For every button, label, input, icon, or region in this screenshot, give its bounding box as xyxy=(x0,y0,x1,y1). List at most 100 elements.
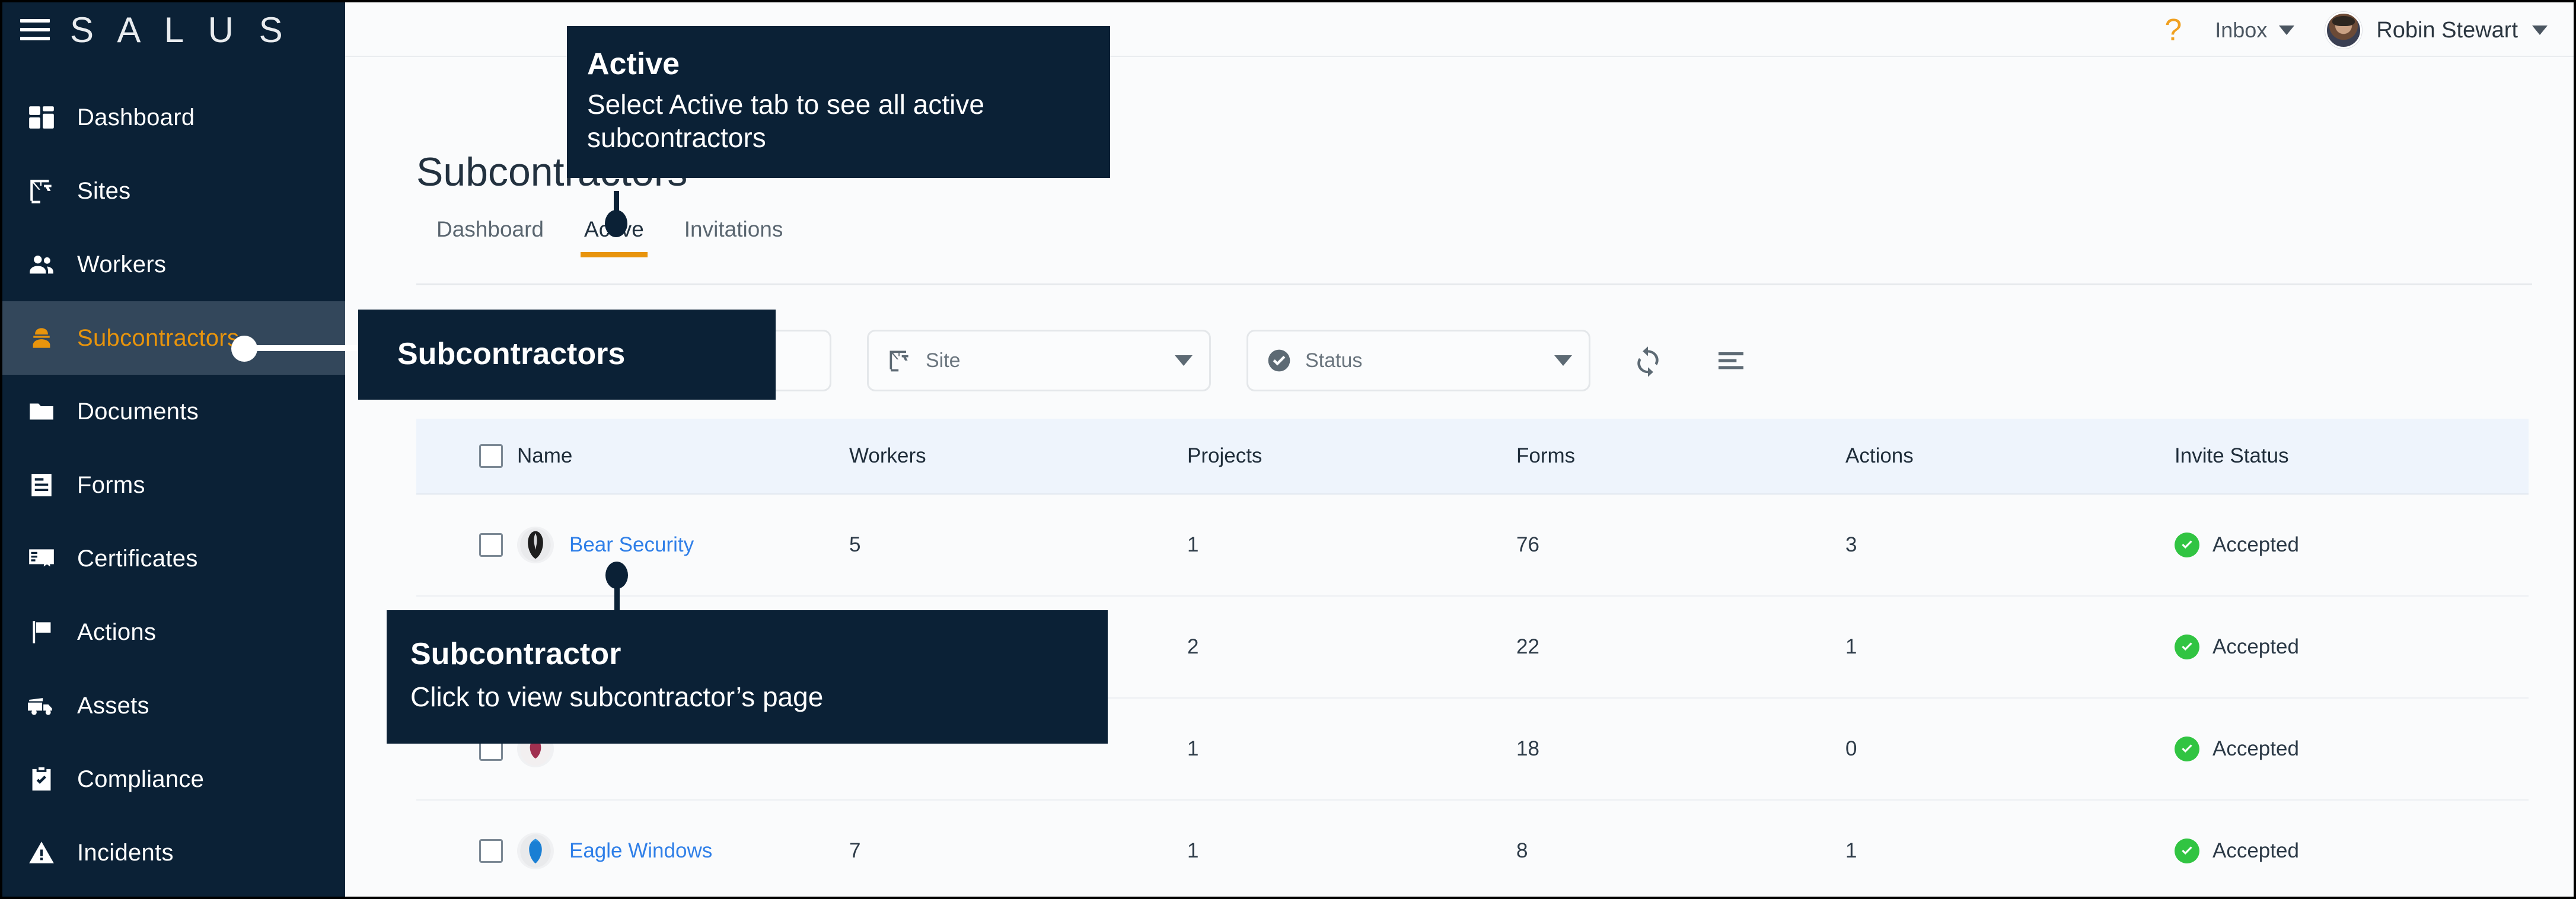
sidebar-item-workers[interactable]: Workers xyxy=(2,228,345,301)
sidebar-item-label: Actions xyxy=(77,619,157,645)
sidebar-item-certificates[interactable]: Certificates xyxy=(2,522,345,595)
sidebar-item-label: Compliance xyxy=(77,766,205,792)
tab-dashboard[interactable]: Dashboard xyxy=(416,217,564,257)
forms-cell: 76 xyxy=(1516,533,1539,556)
dashboard-icon xyxy=(25,101,58,134)
sidebar-item-label: Dashboard xyxy=(77,104,195,130)
refresh-icon[interactable] xyxy=(1622,335,1673,386)
actions-cell: 1 xyxy=(1845,839,1857,862)
status-badge: Accepted xyxy=(2212,839,2299,862)
row-checkbox[interactable] xyxy=(479,533,503,557)
hamburger-menu-icon[interactable] xyxy=(20,19,50,40)
invite-status-cell: Accepted xyxy=(2175,635,2529,659)
sidebar-item-dashboard[interactable]: Dashboard xyxy=(2,81,345,154)
sidebar-item-label: Documents xyxy=(77,398,199,425)
column-header-workers[interactable]: Workers xyxy=(849,444,1187,468)
callout-title: Active xyxy=(587,47,680,81)
table-row[interactable]: Bear Security 5 1 76 3 Accepted xyxy=(416,495,2529,597)
sidebar-item-label: Sites xyxy=(77,177,131,204)
form-icon xyxy=(25,468,58,502)
question-mark-help-icon[interactable]: ? xyxy=(2144,15,2202,46)
callout-active-pointer-dot xyxy=(605,210,627,237)
status-accepted-icon xyxy=(2175,839,2199,863)
sidebar-item-incidents[interactable]: Incidents xyxy=(2,816,345,890)
projects-cell: 1 xyxy=(1187,839,1199,862)
chevron-down-icon xyxy=(1554,355,1572,366)
invite-status-cell: Accepted xyxy=(2175,533,2529,557)
warning-triangle-icon xyxy=(25,836,58,869)
truck-icon xyxy=(25,689,58,722)
status-accepted-icon xyxy=(2175,635,2199,659)
tab-divider xyxy=(416,283,2532,285)
user-menu[interactable]: Robin Stewart xyxy=(2307,12,2548,49)
column-header-name[interactable]: Name xyxy=(517,444,849,468)
select-all-cell xyxy=(416,444,517,468)
site-filter-dropdown[interactable]: Site xyxy=(867,330,1211,391)
actions-cell: 1 xyxy=(1845,635,1857,658)
inbox-dropdown[interactable]: Inbox xyxy=(2202,18,2307,43)
main-content: Subcontractors Dashboard Active Invitati… xyxy=(345,57,2574,897)
crane-icon xyxy=(885,346,914,375)
sort-filter-icon[interactable] xyxy=(1705,335,1756,386)
callout-active-tab: Active Select Active tab to see all acti… xyxy=(567,26,1110,178)
brand-header: S A L U S xyxy=(2,2,345,57)
crane-icon xyxy=(25,174,58,208)
subcontractor-link[interactable]: Bear Security xyxy=(569,533,694,557)
column-header-invite-status[interactable]: Invite Status xyxy=(2175,444,2529,468)
inbox-label: Inbox xyxy=(2215,18,2268,42)
name-cell: Eagle Windows xyxy=(517,833,849,869)
status-filter-dropdown[interactable]: Status xyxy=(1246,330,1590,391)
bear-logo xyxy=(517,527,554,563)
callout-title: Subcontractors xyxy=(397,337,626,372)
sidebar-item-label: Certificates xyxy=(77,545,198,572)
forms-cell: 18 xyxy=(1516,737,1539,760)
subcontractor-link[interactable]: Eagle Windows xyxy=(569,839,712,863)
forms-cell: 22 xyxy=(1516,635,1539,658)
sidebar-item-sites[interactable]: Sites xyxy=(2,154,345,228)
sidebar-callout-pointer-line xyxy=(256,345,369,351)
projects-cell: 1 xyxy=(1187,533,1199,556)
status-badge: Accepted xyxy=(2212,737,2299,760)
sidebar-item-assets[interactable]: Assets xyxy=(2,669,345,742)
callout-body: Click to view subcontractor’s page xyxy=(410,681,824,713)
forms-cell: 8 xyxy=(1516,839,1528,862)
check-circle-icon xyxy=(1265,346,1293,375)
sidebar-item-actions[interactable]: Actions xyxy=(2,595,345,669)
select-all-checkbox[interactable] xyxy=(479,444,503,468)
tab-invitations[interactable]: Invitations xyxy=(664,217,804,257)
sidebar-item-label: Forms xyxy=(77,471,145,498)
actions-cell: 0 xyxy=(1845,737,1857,760)
sidebar-item-subcontractors[interactable]: Subcontractors xyxy=(2,301,345,375)
sidebar-item-label: Subcontractors xyxy=(77,324,240,351)
status-accepted-icon xyxy=(2175,737,2199,761)
projects-cell: 2 xyxy=(1187,635,1199,658)
workers-cell: 7 xyxy=(849,839,861,862)
table-row[interactable]: Eagle Windows 7 1 8 1 Accepted xyxy=(416,801,2529,897)
column-header-projects[interactable]: Projects xyxy=(1187,444,1516,468)
sidebar-item-documents[interactable]: Documents xyxy=(2,375,345,448)
app-window: S A L U S Dashboard Sites Workers Subcon… xyxy=(0,0,2576,899)
row-checkbox[interactable] xyxy=(479,839,503,863)
sidebar-item-compliance[interactable]: Compliance xyxy=(2,742,345,816)
column-header-forms[interactable]: Forms xyxy=(1516,444,1845,468)
eagle-logo xyxy=(517,833,554,869)
avatar xyxy=(2325,12,2363,49)
table-header-row: Name Workers Projects Forms Actions Invi… xyxy=(416,419,2529,495)
sidebar-nav: Dashboard Sites Workers Subcontractors D… xyxy=(2,81,345,890)
callout-subcontractor-link: Subcontractor Click to view subcontracto… xyxy=(387,610,1108,744)
sidebar-item-label: Assets xyxy=(77,692,149,719)
callout-title: Subcontractor xyxy=(410,637,621,671)
certificate-icon xyxy=(25,542,58,575)
column-header-actions[interactable]: Actions xyxy=(1845,444,2175,468)
user-name-label: Robin Stewart xyxy=(2376,17,2518,43)
callout-subcontractors-label: Subcontractors xyxy=(358,310,776,400)
people-icon xyxy=(25,248,58,281)
row-select-cell xyxy=(416,533,517,557)
site-filter-label: Site xyxy=(926,349,961,372)
name-cell: Bear Security xyxy=(517,527,849,563)
status-filter-label: Status xyxy=(1305,349,1363,372)
sidebar-item-forms[interactable]: Forms xyxy=(2,448,345,522)
clipboard-check-icon xyxy=(25,763,58,796)
hardhat-worker-icon xyxy=(25,321,58,355)
projects-cell: 1 xyxy=(1187,737,1199,760)
